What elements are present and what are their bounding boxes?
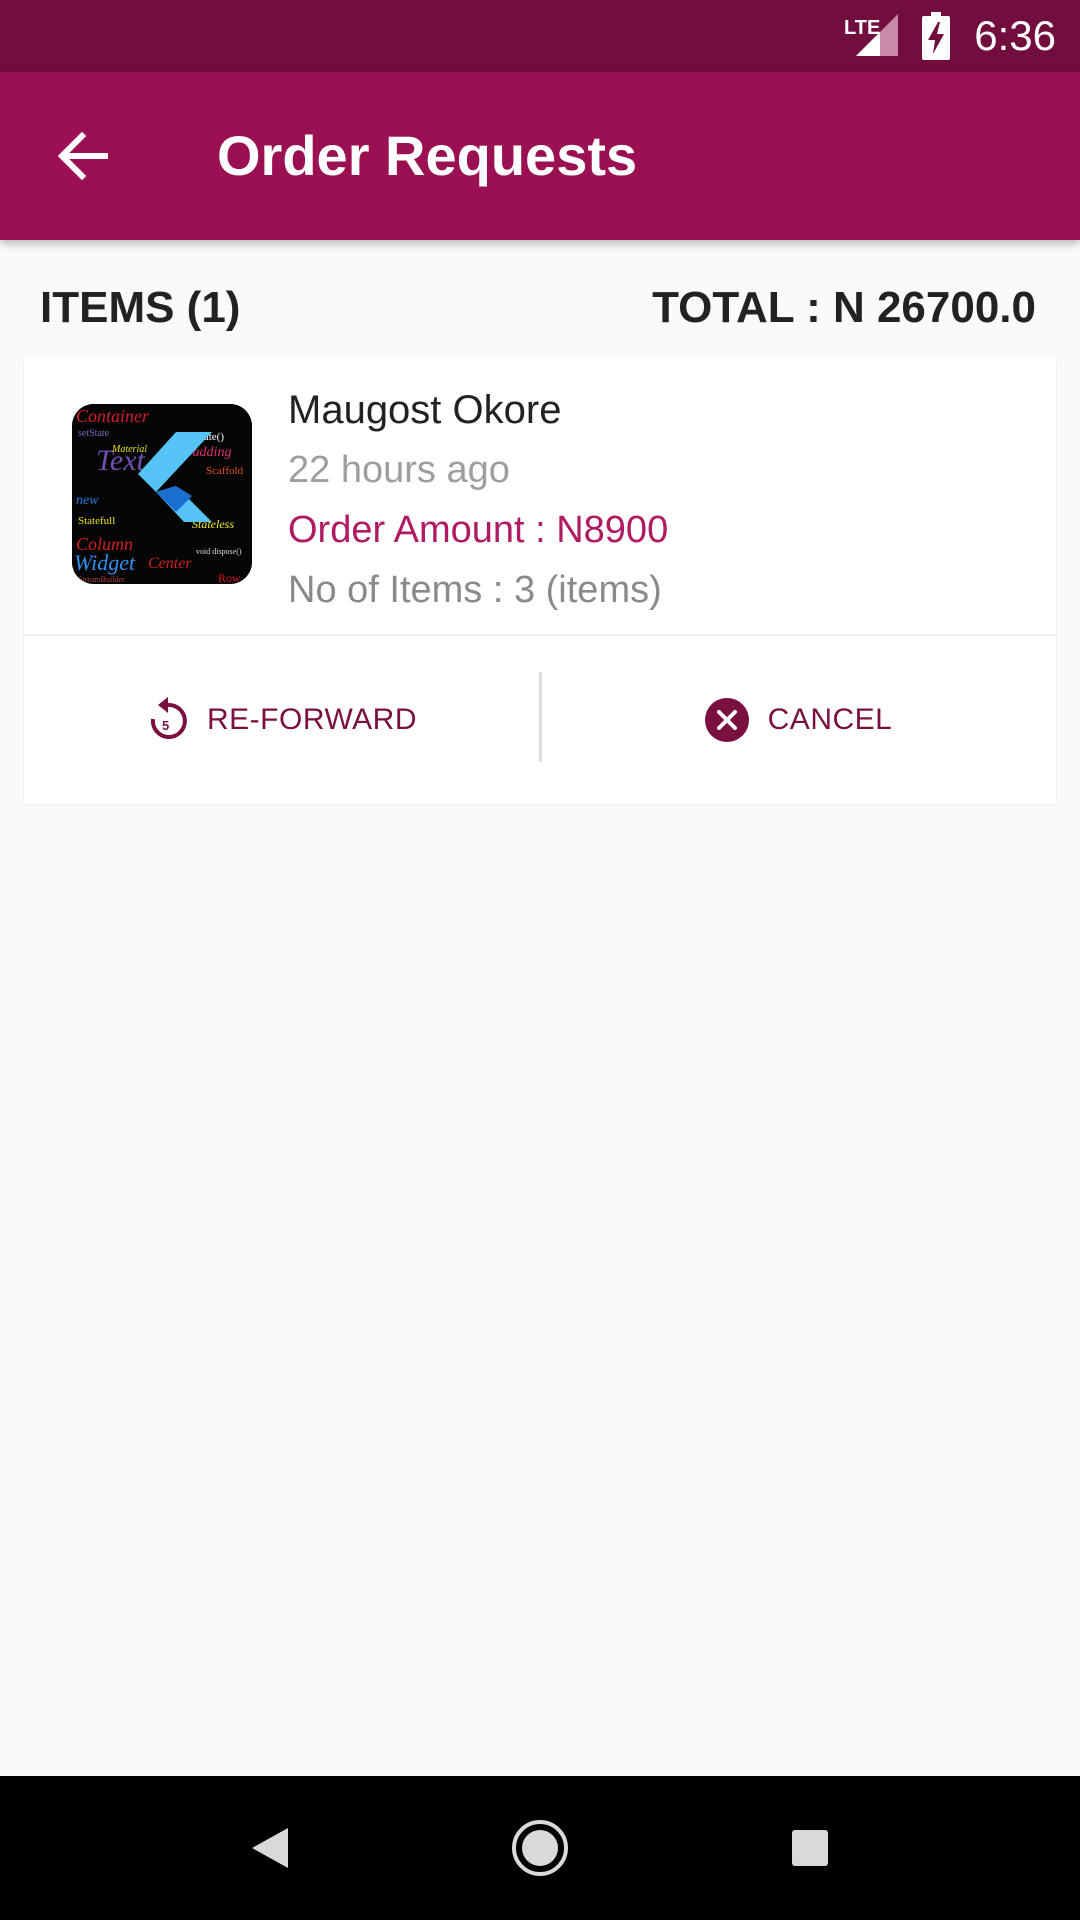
order-item-count: No of Items : 3 (items)	[288, 569, 662, 611]
battery-charging-icon	[922, 12, 950, 65]
nav-recents-icon[interactable]	[750, 1776, 870, 1920]
svg-text:Widget: Widget	[74, 550, 136, 575]
reforward-label: RE-FORWARD	[207, 703, 417, 736]
order-time: 22 hours ago	[288, 449, 510, 491]
back-arrow-icon[interactable]	[50, 122, 118, 190]
svg-text:Center: Center	[148, 555, 192, 572]
svg-text:new: new	[76, 493, 99, 508]
svg-text:Material: Material	[111, 444, 147, 455]
nav-home-icon[interactable]	[480, 1776, 600, 1920]
page-title: Order Requests	[217, 124, 638, 187]
cancel-circle-icon	[704, 697, 750, 743]
items-count: ITEMS (1)	[40, 283, 241, 332]
cancel-label: CANCEL	[767, 703, 893, 736]
svg-text:LTE: LTE	[844, 17, 880, 39]
svg-text:setState: setState	[78, 428, 110, 439]
order-actions: 5 RE-FORWARD CANCEL	[24, 636, 1056, 804]
svg-text:void dispose(): void dispose()	[196, 547, 242, 556]
lte-signal-icon: LTE	[842, 12, 906, 65]
order-summary: ITEMS (1) TOTAL : N 26700.0	[40, 280, 1040, 336]
status-bar: LTE 6:36	[0, 0, 1080, 72]
svg-text:Scaffold: Scaffold	[206, 465, 244, 477]
svg-text:StreamBuilder: StreamBuilder	[78, 575, 125, 584]
cancel-button[interactable]: CANCEL	[540, 636, 1056, 804]
total-amount: TOTAL : N 26700.0	[652, 283, 1036, 332]
svg-text:Container: Container	[76, 406, 150, 426]
svg-text:Row: Row	[218, 571, 241, 584]
system-nav-bar	[0, 1776, 1080, 1920]
order-thumbnail: Container setState initState() Text Padd…	[72, 404, 252, 584]
svg-text:Statefull: Statefull	[78, 515, 115, 527]
order-amount: Order Amount : N8900	[288, 509, 669, 551]
customer-name: Maugost Okore	[288, 388, 562, 432]
replay-5-icon: 5	[147, 697, 189, 743]
order-info: Maugost Okore 22 hours ago Order Amount …	[288, 380, 1036, 620]
svg-text:5: 5	[162, 718, 170, 733]
clock: 6:36	[974, 12, 1056, 59]
nav-back-icon[interactable]	[210, 1776, 330, 1920]
order-card[interactable]: Container setState initState() Text Padd…	[24, 358, 1056, 804]
app-bar: Order Requests	[0, 72, 1080, 240]
reforward-button[interactable]: 5 RE-FORWARD	[24, 636, 540, 804]
